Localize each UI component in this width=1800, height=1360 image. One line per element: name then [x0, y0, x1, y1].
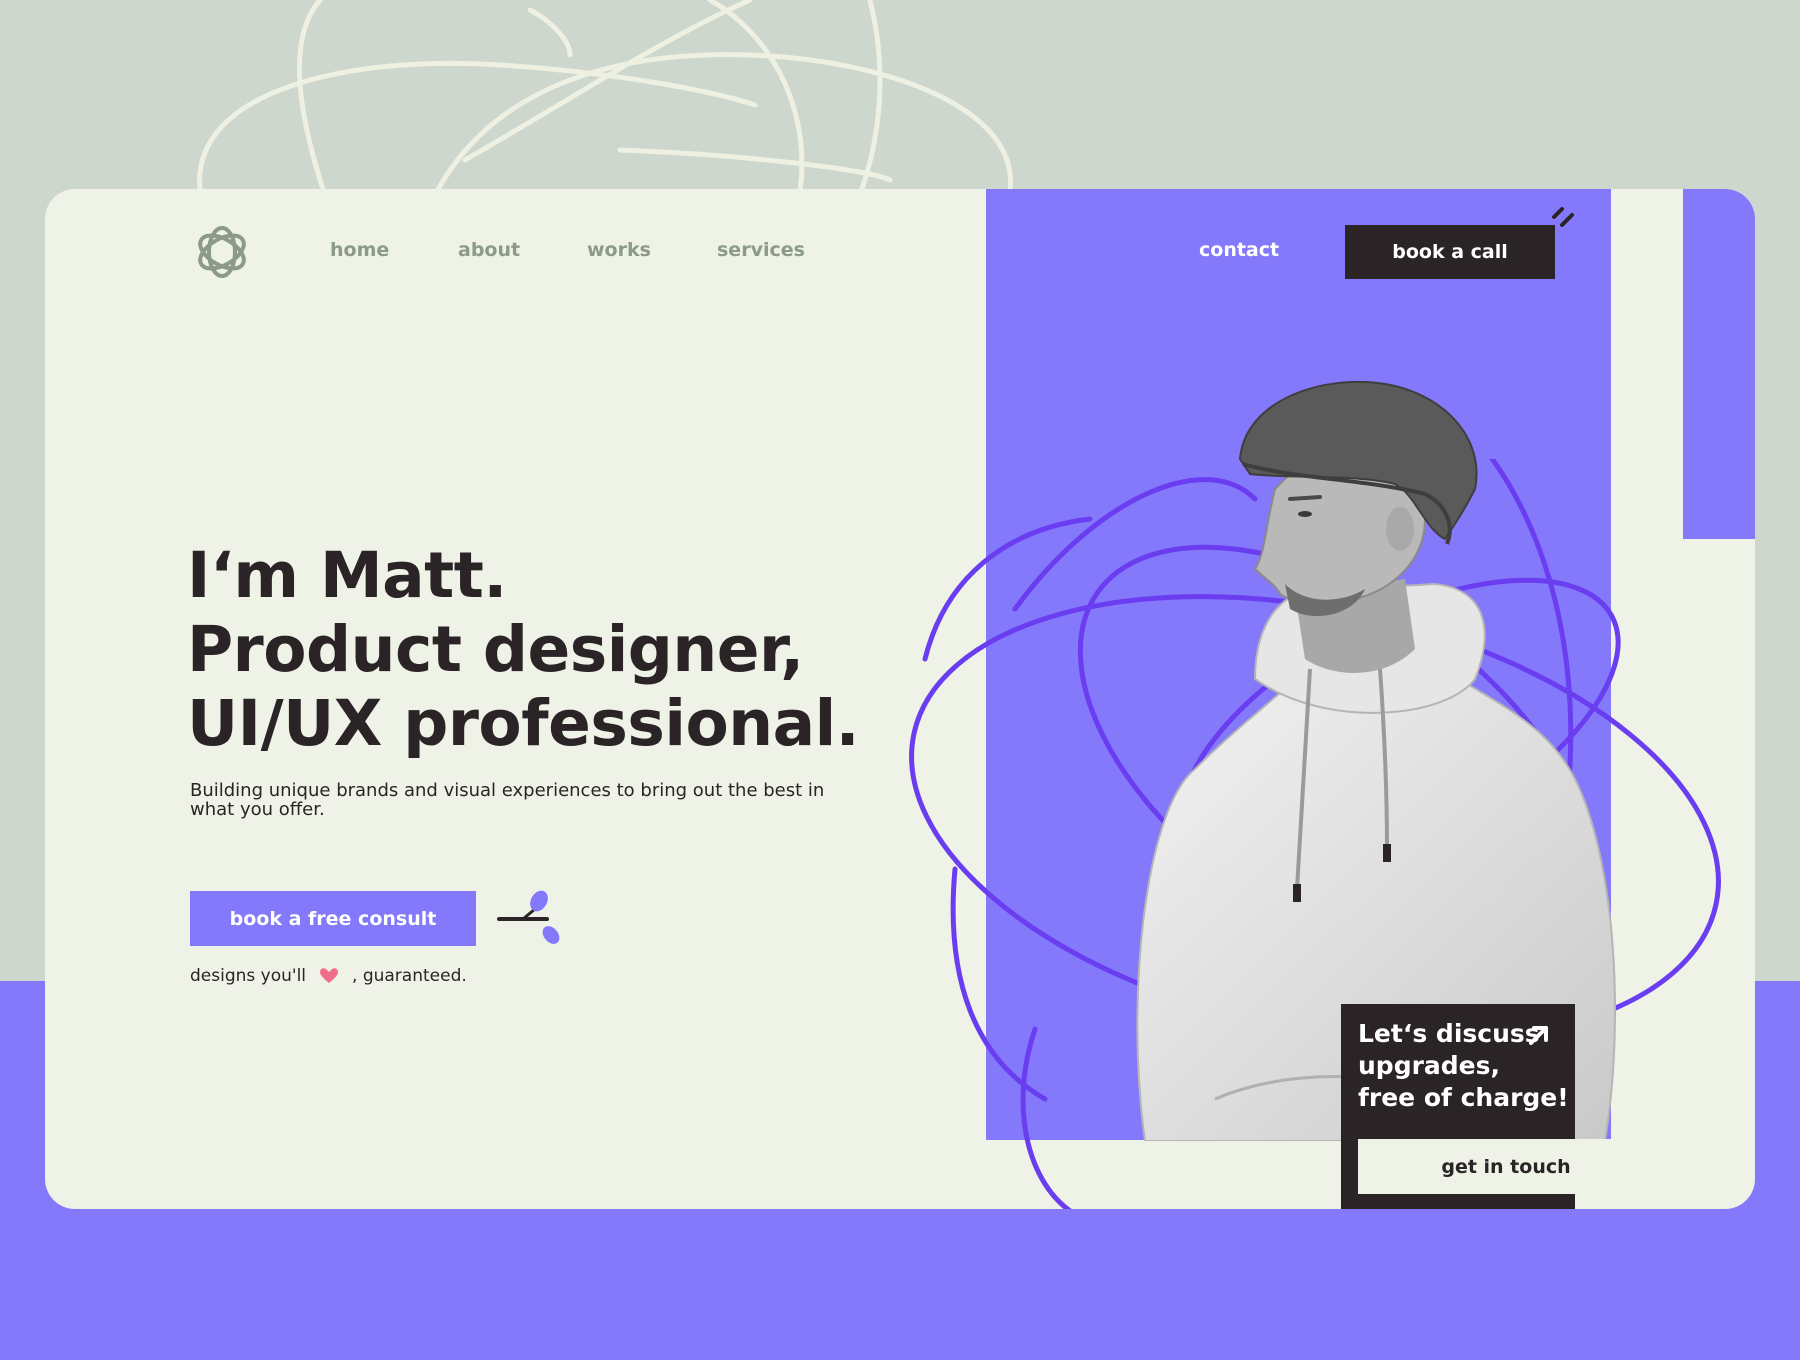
get-in-touch-button[interactable]: get in touch: [1358, 1139, 1654, 1194]
arrow-up-right-icon[interactable]: [1526, 1022, 1552, 1048]
guarantee-text-before: designs you'll: [190, 966, 307, 986]
hero-title-line: I‘m Matt.: [187, 539, 507, 612]
nav-contact-link[interactable]: contact: [1199, 239, 1279, 261]
promo-line: upgrades,: [1358, 1051, 1501, 1080]
nav-about-link[interactable]: about: [458, 239, 520, 261]
promo-line: free of charge!: [1358, 1083, 1569, 1112]
promo-line: Let‘s discuss: [1358, 1019, 1540, 1048]
flower-knot-logo-icon[interactable]: [191, 221, 253, 283]
nav-works-link[interactable]: works: [587, 239, 651, 261]
promo-box: Let‘s discuss upgrades, free of charge! …: [1341, 1004, 1654, 1209]
promo-text: Let‘s discuss upgrades, free of charge!: [1358, 1018, 1569, 1114]
heart-icon: [320, 968, 339, 983]
hero-card: home about works services contact book a…: [45, 189, 1755, 1209]
hero-title: I‘m Matt. Product designer, UI/UX profes…: [187, 539, 860, 761]
hero-title-line: Product designer,: [187, 613, 804, 686]
nav-home-link[interactable]: home: [330, 239, 389, 261]
guarantee-text: designs you'll , guaranteed.: [190, 966, 467, 986]
nav-services-link[interactable]: services: [717, 239, 805, 261]
branch-leaf-icon: [497, 890, 560, 944]
sparkle-icon: [1552, 207, 1574, 227]
book-free-consult-button[interactable]: book a free consult: [190, 891, 476, 946]
hero-subtitle: Building unique brands and visual experi…: [190, 780, 825, 820]
guarantee-text-after: , guaranteed.: [352, 966, 467, 986]
book-a-call-button[interactable]: book a call: [1345, 225, 1555, 279]
background-orbit-decoration: [197, 0, 1013, 195]
hero-title-line: UI/UX professional.: [187, 687, 860, 760]
